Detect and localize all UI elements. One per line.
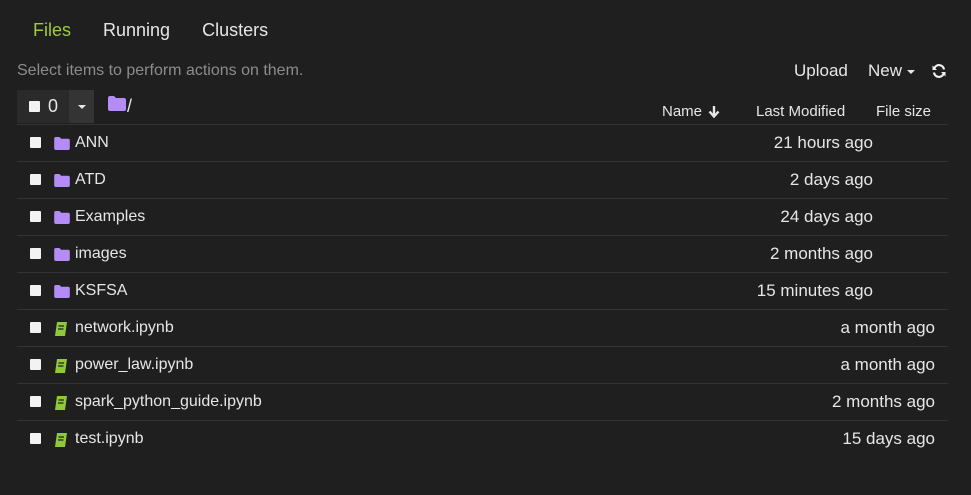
item-modified: 2 months ago — [831, 392, 935, 411]
list-item[interactable]: images 2 months ago — [17, 235, 948, 272]
select-menu-button[interactable] — [69, 90, 94, 123]
breadcrumb[interactable]: / — [108, 96, 132, 116]
arrow-down-icon — [708, 105, 720, 118]
item-name[interactable]: Examples — [75, 208, 145, 226]
notebook-icon — [54, 322, 68, 341]
item-modified: 21 hours ago — [773, 133, 873, 152]
row-checkbox[interactable] — [30, 248, 41, 259]
item-name[interactable]: ANN — [75, 134, 109, 152]
sort-by-name-button[interactable]: Name — [662, 103, 720, 120]
file-browser: Files Running Clusters Select items to p… — [0, 0, 971, 495]
item-name[interactable]: KSFSA — [75, 282, 127, 300]
item-modified: a month ago — [840, 355, 935, 374]
breadcrumb-root: / — [127, 96, 133, 116]
column-name-label: Name — [662, 103, 703, 120]
list-item[interactable]: ANN 21 hours ago — [17, 124, 948, 161]
checkbox — [29, 101, 40, 112]
notebook-icon — [54, 359, 68, 378]
row-checkbox[interactable] — [30, 211, 41, 222]
item-modified: 15 days ago — [842, 429, 935, 448]
select-all-checkbox[interactable]: 0 — [17, 90, 69, 123]
row-checkbox[interactable] — [30, 433, 41, 444]
list-item[interactable]: ATD 2 days ago — [17, 161, 948, 198]
folder-icon — [54, 248, 70, 266]
item-modified: 24 days ago — [780, 207, 873, 226]
item-modified: 15 minutes ago — [756, 281, 873, 300]
item-name[interactable]: power_law.ipynb — [75, 356, 193, 374]
list-item[interactable]: network.ipynb a month ago — [17, 309, 948, 346]
item-modified: 2 days ago — [789, 170, 873, 189]
tab-files[interactable]: Files — [17, 18, 87, 44]
tab-running[interactable]: Running — [87, 18, 186, 44]
item-name[interactable]: ATD — [75, 171, 106, 189]
item-modified: 2 months ago — [769, 244, 873, 263]
row-checkbox[interactable] — [30, 322, 41, 333]
selection-hint: Select items to perform actions on them. — [17, 62, 304, 79]
selected-count: 0 — [48, 96, 59, 116]
item-name[interactable]: network.ipynb — [75, 319, 174, 337]
list-item[interactable]: Examples 24 days ago — [17, 198, 948, 235]
row-checkbox[interactable] — [30, 137, 41, 148]
item-name[interactable]: spark_python_guide.ipynb — [75, 393, 262, 411]
sort-by-modified-button[interactable]: Last Modified — [756, 103, 845, 120]
upload-button[interactable]: Upload — [794, 61, 848, 81]
row-checkbox[interactable] — [30, 396, 41, 407]
row-checkbox[interactable] — [30, 174, 41, 185]
tab-clusters[interactable]: Clusters — [186, 18, 284, 44]
notebook-icon — [54, 433, 68, 452]
list-item[interactable]: test.ipynb 15 days ago — [17, 420, 948, 457]
select-all-control: 0 — [17, 90, 94, 123]
sort-by-size-button[interactable]: File size — [876, 103, 931, 120]
chevron-down-icon — [77, 104, 86, 109]
list-item[interactable]: power_law.ipynb a month ago — [17, 346, 948, 383]
refresh-icon[interactable] — [931, 63, 947, 79]
list-item[interactable]: KSFSA 15 minutes ago — [17, 272, 948, 309]
new-button-label: New — [868, 61, 903, 80]
chevron-down-icon — [907, 70, 916, 74]
folder-icon — [54, 137, 70, 155]
item-modified: a month ago — [840, 318, 935, 337]
list-item[interactable]: spark_python_guide.ipynb 2 months ago — [17, 383, 948, 420]
folder-icon — [54, 285, 70, 303]
row-checkbox[interactable] — [30, 285, 41, 296]
file-list: ANN 21 hours ago ATD 2 days ago Examples… — [17, 124, 948, 457]
item-name[interactable]: test.ipynb — [75, 430, 143, 448]
folder-icon — [54, 174, 70, 192]
folder-icon — [54, 211, 70, 229]
notebook-icon — [54, 396, 68, 415]
tab-bar: Files Running Clusters — [17, 18, 284, 44]
folder-icon — [108, 96, 126, 116]
row-checkbox[interactable] — [30, 359, 41, 370]
new-dropdown-button[interactable]: New — [868, 61, 916, 81]
item-name[interactable]: images — [75, 245, 127, 263]
